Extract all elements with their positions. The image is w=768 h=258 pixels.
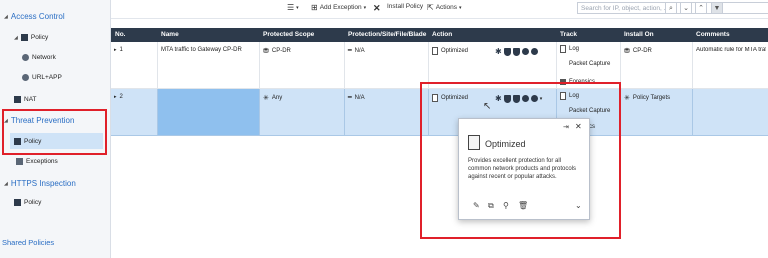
install-on-cell[interactable]: ✳ Policy Targets bbox=[624, 94, 670, 102]
delete-button[interactable]: ✕ bbox=[373, 3, 381, 14]
header-install-on[interactable]: Install On bbox=[624, 31, 654, 38]
header-no[interactable]: No. bbox=[115, 31, 125, 38]
install-policy-label: Install Policy bbox=[387, 3, 424, 10]
track-packet-capture-label: Packet Capture bbox=[569, 61, 611, 67]
filter-icon[interactable]: ▼ bbox=[711, 2, 723, 14]
profile-icon bbox=[432, 47, 438, 55]
highlight-box-action bbox=[420, 82, 621, 239]
header-track[interactable]: Track bbox=[560, 31, 577, 38]
policy-icon bbox=[14, 199, 21, 206]
list-layout-icon: ☰ bbox=[287, 3, 295, 12]
sidebar-item-access-control[interactable]: ◢ Access Control bbox=[4, 12, 65, 21]
log-icon bbox=[560, 45, 566, 53]
track-log-label: Log bbox=[569, 46, 580, 52]
row-number-label: 2 bbox=[119, 94, 123, 100]
chevron-down-icon[interactable]: ⌄ bbox=[680, 2, 692, 14]
policy-icon bbox=[20, 34, 28, 41]
action-cell[interactable]: Optimized bbox=[432, 47, 468, 55]
protected-scope-value: Any bbox=[271, 95, 283, 101]
protected-scope-value: CP-DR bbox=[271, 48, 291, 54]
delete-x-icon: ✕ bbox=[373, 3, 381, 13]
toolbar: ☰ ▾ ⊞ Add Exception ▾ ✕ Install Policy ⇱… bbox=[111, 0, 768, 19]
blade-icons: ✱ bbox=[495, 47, 538, 56]
threat-emulation-icon bbox=[521, 48, 529, 55]
protection-cell[interactable]: ━ N/A bbox=[348, 94, 365, 102]
any-icon: ✳ bbox=[263, 95, 269, 102]
sidebar-item-url-app[interactable]: URL+APP bbox=[22, 74, 62, 81]
track-log[interactable]: Log bbox=[560, 45, 579, 53]
sidebar-item-https-inspection[interactable]: ◢ HTTPS Inspection bbox=[4, 179, 76, 188]
expand-arrow-icon[interactable]: ▸ bbox=[114, 94, 117, 100]
url-app-icon bbox=[22, 74, 29, 81]
sidebar-item-label: HTTPS Inspection bbox=[10, 179, 76, 188]
protected-scope-cell[interactable]: ✳ Any bbox=[263, 94, 282, 102]
sidebar-item-label: Shared Policies bbox=[2, 238, 55, 247]
install-policy-button[interactable]: Install Policy bbox=[387, 3, 423, 10]
sidebar-item-exceptions[interactable]: Exceptions bbox=[16, 158, 58, 165]
protection-value: N/A bbox=[354, 47, 365, 54]
collapse-arrow-icon[interactable]: ◢ bbox=[4, 14, 8, 20]
layout-menu-button[interactable]: ☰ ▾ bbox=[287, 3, 299, 12]
track-packet-capture[interactable]: Packet Capture bbox=[560, 61, 610, 67]
action-value: Optimized bbox=[441, 48, 469, 54]
add-exception-label: Add Exception bbox=[319, 4, 362, 11]
expand-arrow-icon[interactable]: ▸ bbox=[114, 47, 117, 53]
shield-icon bbox=[503, 47, 511, 56]
header-name[interactable]: Name bbox=[161, 31, 179, 38]
dropdown-arrow-icon: ▾ bbox=[296, 4, 299, 11]
sidebar-item-label: NAT bbox=[24, 96, 37, 103]
dropdown-arrow-icon: ▾ bbox=[459, 4, 462, 11]
sidebar-item-label: Policy bbox=[24, 199, 42, 206]
header-comments[interactable]: Comments bbox=[696, 31, 730, 38]
actions-icon: ⇱ bbox=[427, 3, 434, 12]
add-exception-button[interactable]: ⊞ Add Exception ▾ bbox=[311, 3, 366, 12]
rule-name-edit[interactable] bbox=[158, 89, 259, 135]
dropdown-arrow-icon: ▾ bbox=[363, 4, 367, 11]
row-number-label: 1 bbox=[119, 47, 123, 53]
sidebar-item-network[interactable]: Network bbox=[22, 54, 56, 61]
network-icon bbox=[22, 54, 29, 61]
chevron-up-icon[interactable]: ⌃ bbox=[695, 2, 707, 14]
sidebar-item-label: Exceptions bbox=[26, 158, 58, 165]
sidebar-item-shared-policies[interactable]: Shared Policies bbox=[2, 238, 54, 247]
nat-icon bbox=[14, 96, 21, 103]
row-number: ▸ 2 bbox=[114, 94, 123, 100]
actions-button[interactable]: ⇱ Actions ▾ bbox=[427, 3, 462, 12]
threat-extraction-icon bbox=[530, 48, 538, 55]
install-on-value: Policy Targets bbox=[632, 95, 671, 101]
add-exception-icon: ⊞ bbox=[311, 3, 318, 12]
install-on-cell[interactable]: ⛃ CP-DR bbox=[624, 47, 652, 55]
antibot-icon: ✱ bbox=[495, 47, 502, 56]
protection-cell[interactable]: ━ N/A bbox=[348, 47, 365, 55]
header-action[interactable]: Action bbox=[432, 31, 452, 38]
dash-icon: ━ bbox=[348, 48, 352, 54]
sidebar-item-policy[interactable]: ◢ Policy bbox=[14, 34, 48, 41]
header-protection[interactable]: Protection/Site/File/Blade bbox=[348, 31, 426, 38]
header-protected-scope[interactable]: Protected Scope bbox=[263, 31, 314, 38]
gateway-icon: ⛃ bbox=[624, 48, 630, 55]
protection-value: N/A bbox=[354, 94, 365, 101]
dash-icon: ━ bbox=[348, 95, 352, 101]
rule-name[interactable]: MTA traffic to Gateway CP-DR bbox=[161, 47, 242, 53]
search-icon[interactable]: ⌕ bbox=[665, 2, 677, 14]
shield-icon bbox=[512, 47, 520, 56]
collapse-arrow-icon[interactable]: ◢ bbox=[14, 35, 18, 41]
sidebar-item-label: Access Control bbox=[10, 12, 65, 21]
sidebar-item-label: Policy bbox=[30, 34, 49, 41]
any-icon: ✳ bbox=[624, 95, 630, 102]
highlight-box-sidebar bbox=[2, 109, 107, 155]
actions-label: Actions bbox=[435, 4, 458, 11]
comments-cell[interactable]: Automatic rule for MTA traffic bbox=[696, 47, 766, 53]
rules-table-header: No. Name Protected Scope Protection/Site… bbox=[111, 28, 768, 42]
protected-scope-cell[interactable]: ⛃ CP-DR bbox=[263, 47, 291, 55]
gateway-icon: ⛃ bbox=[263, 48, 269, 55]
sidebar-item-label: URL+APP bbox=[32, 74, 62, 81]
sidebar-item-label: Network bbox=[32, 54, 56, 61]
exceptions-icon bbox=[16, 158, 23, 165]
sidebar-item-nat[interactable]: NAT bbox=[14, 96, 37, 103]
row-number: ▸ 1 bbox=[114, 47, 123, 53]
sidebar-item-https-policy[interactable]: Policy bbox=[14, 199, 41, 206]
install-on-value: CP-DR bbox=[632, 48, 652, 54]
collapse-arrow-icon[interactable]: ◢ bbox=[4, 181, 8, 187]
